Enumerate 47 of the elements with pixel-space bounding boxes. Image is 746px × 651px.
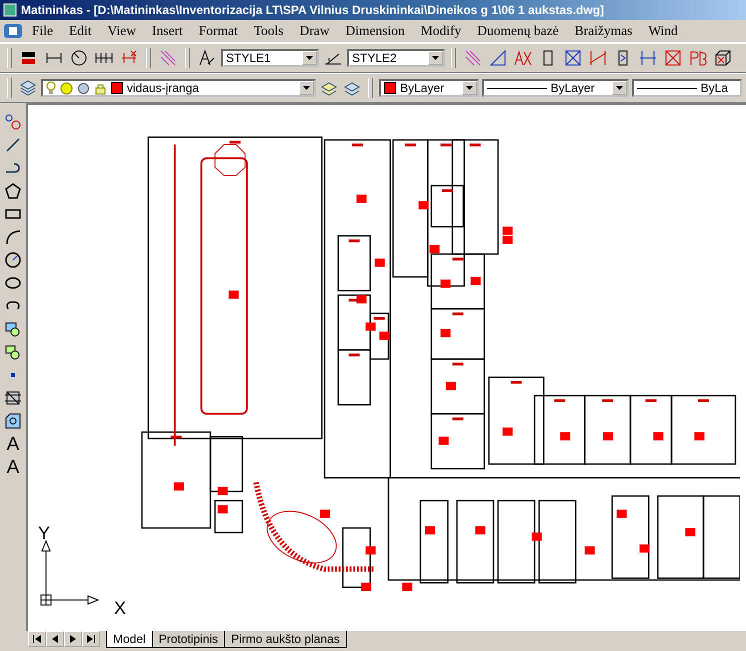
menu-item[interactable]: Wind [640, 23, 686, 39]
lock-icon [94, 82, 107, 94]
right-triangle-icon [69, 635, 77, 643]
layer-color-swatch [110, 82, 123, 94]
menu-item[interactable]: Format [190, 23, 246, 39]
menu-item[interactable]: Tools [246, 23, 292, 39]
bulb-icon [46, 81, 56, 95]
dropdown-arrow-icon [306, 56, 313, 60]
app-icon [3, 3, 17, 17]
menu-item[interactable]: View [100, 23, 144, 39]
menu-item[interactable]: Draw [292, 23, 338, 39]
next-tab-button[interactable] [64, 631, 82, 647]
dimension-style-dropdown[interactable]: STYLE2 [347, 49, 445, 67]
menu-item[interactable]: File [24, 23, 62, 39]
dropdown-arrow-icon [432, 56, 439, 60]
layout-tab[interactable]: Model [106, 631, 153, 648]
linetype-dropdown[interactable]: ByLayer [482, 79, 629, 97]
layout-tab[interactable]: Pirmo aukšto planas [224, 631, 347, 648]
lineweight-dropdown[interactable]: ByLa [632, 79, 742, 97]
menu-item[interactable]: Braižymas [566, 23, 640, 39]
color-swatch [384, 82, 396, 94]
y-axis-label: Y [38, 523, 50, 544]
drawing-canvas[interactable]: Y X [28, 103, 746, 631]
text-style-dropdown[interactable]: STYLE1 [221, 49, 319, 67]
multiline-text-tool[interactable]: A [2, 433, 24, 455]
layout-tab[interactable]: Prototipinis [152, 631, 226, 648]
menu-item[interactable]: Edit [61, 23, 100, 39]
first-tab-button[interactable] [28, 631, 46, 647]
color-dropdown[interactable]: ByLayer [379, 79, 479, 97]
text-tool[interactable]: A [2, 456, 24, 478]
last-tab-button[interactable] [82, 631, 100, 647]
x-axis-label: X [114, 598, 126, 619]
window-title: Matininkas - [D:\Matininkas\Inventorizacija LT\SPA Vilnius Druskininkai\Dineikos g 1\06 1 aukstas.dwg] [21, 3, 604, 17]
skip-last-icon [87, 635, 95, 643]
skip-first-icon [33, 635, 41, 643]
dropdown-arrow-icon [303, 86, 310, 90]
left-triangle-icon [51, 635, 59, 643]
previous-tab-button[interactable] [46, 631, 64, 647]
sun-icon [60, 82, 73, 94]
dropdown-arrow-icon [466, 86, 473, 90]
menu-item[interactable]: Duomenų bazė [469, 23, 567, 39]
menu-item[interactable]: Dimension [338, 23, 413, 39]
menu-item[interactable]: Insert [144, 23, 191, 39]
dropdown-arrow-icon [616, 86, 623, 90]
menu-item[interactable]: Modify [412, 23, 470, 39]
document-icon[interactable] [2, 22, 24, 40]
layer-dropdown[interactable]: vidaus-įranga [40, 79, 316, 97]
